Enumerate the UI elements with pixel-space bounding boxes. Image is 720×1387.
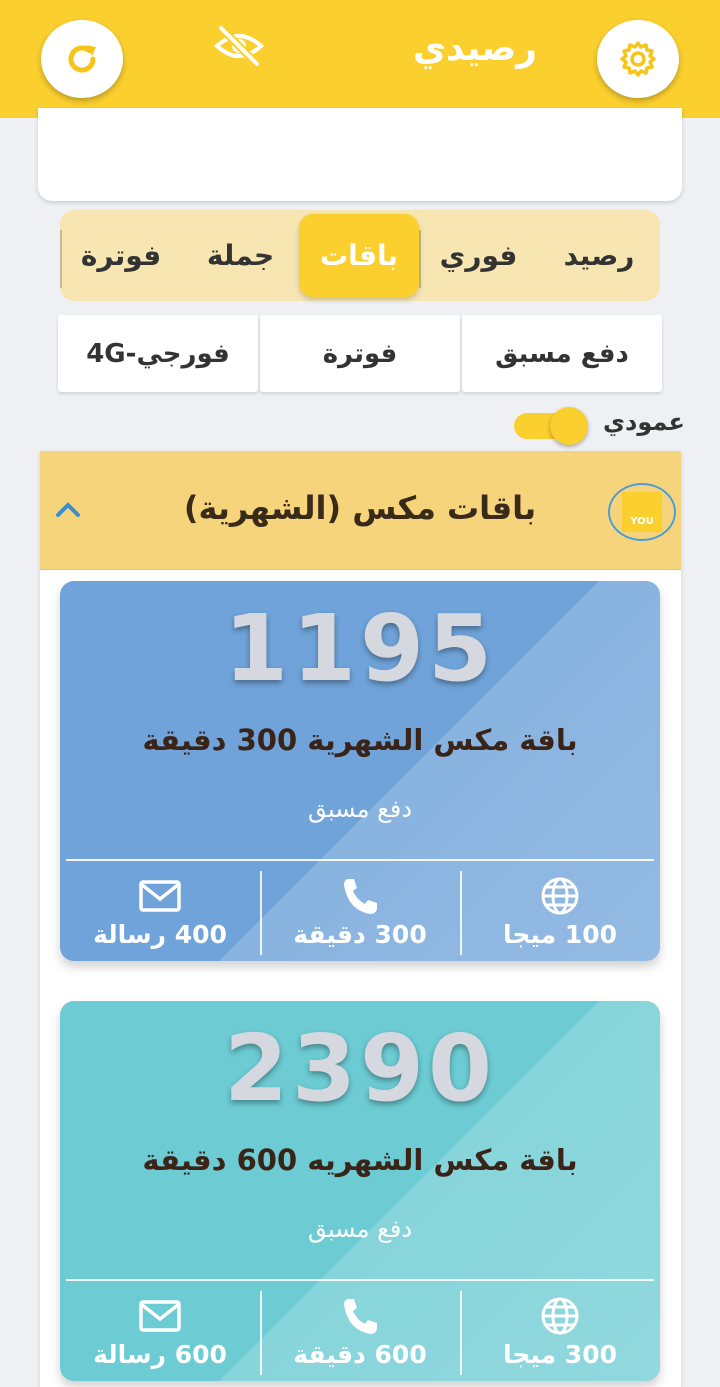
package-name: باقة مكس الشهرية 300 دقيقة bbox=[142, 723, 578, 757]
feature-sms: 600 رسالة bbox=[60, 1283, 260, 1381]
toggle-knob bbox=[550, 407, 588, 445]
top-bar: رصيدي bbox=[0, 0, 720, 118]
package-group: باقات مكس (الشهرية) YOU 1195 باقة مكس ال… bbox=[40, 451, 681, 1387]
feature-data: 100 ميجا bbox=[460, 863, 660, 961]
package-features: 300 ميجا 600 دقيقة 600 رسالة bbox=[60, 1283, 660, 1381]
sub-tabs: دفع مسبق فوترة 4G-فورجي bbox=[58, 315, 662, 392]
tab-packages[interactable]: باقات bbox=[299, 214, 419, 297]
envelope-icon bbox=[139, 1299, 181, 1332]
package-price: 2390 bbox=[223, 1015, 497, 1122]
package-name: باقة مكس الشهريه 600 دقيقة bbox=[142, 1143, 578, 1177]
chevron-up-icon[interactable] bbox=[55, 500, 81, 518]
feature-data: 300 ميجا bbox=[460, 1283, 660, 1381]
feature-sms: 400 رسالة bbox=[60, 863, 260, 961]
subtab-prepaid[interactable]: دفع مسبق bbox=[462, 315, 662, 392]
gear-icon bbox=[620, 41, 656, 77]
phone-icon bbox=[344, 1298, 377, 1334]
settings-button[interactable] bbox=[597, 20, 679, 98]
package-type: دفع مسبق bbox=[307, 1215, 413, 1243]
tab-bulk[interactable]: جملة bbox=[182, 214, 299, 297]
subtab-postpaid[interactable]: فوترة bbox=[260, 315, 460, 392]
package-price: 1195 bbox=[223, 595, 497, 702]
main-tabs: رصيد فوري باقات جملة فوترة bbox=[60, 210, 660, 301]
package-card[interactable]: 1195 باقة مكس الشهرية 300 دقيقة دفع مسبق… bbox=[60, 581, 660, 961]
globe-icon bbox=[541, 877, 579, 914]
package-type: دفع مسبق bbox=[307, 795, 413, 823]
tab-billing[interactable]: فوترة bbox=[60, 214, 182, 297]
envelope-icon bbox=[139, 879, 181, 912]
package-card[interactable]: 2390 باقة مكس الشهريه 600 دقيقة دفع مسبق… bbox=[60, 1001, 660, 1381]
subtab-4g[interactable]: 4G-فورجي bbox=[58, 315, 258, 392]
group-header[interactable]: باقات مكس (الشهرية) YOU bbox=[40, 451, 681, 570]
operator-logo: YOU bbox=[608, 483, 676, 541]
refresh-button[interactable] bbox=[41, 20, 123, 98]
vertical-toggle[interactable] bbox=[514, 407, 588, 445]
globe-icon bbox=[541, 1297, 579, 1334]
package-features: 100 ميجا 300 دقيقة 400 رسالة bbox=[60, 863, 660, 961]
feature-minutes: 600 دقيقة bbox=[260, 1283, 460, 1381]
tab-balance[interactable]: رصيد bbox=[538, 214, 660, 297]
eye-off-icon[interactable] bbox=[213, 24, 265, 68]
toggle-label: عمودي bbox=[603, 408, 685, 436]
balance-card bbox=[38, 108, 682, 201]
refresh-icon bbox=[68, 45, 96, 73]
group-title: باقات مكس (الشهرية) bbox=[183, 489, 537, 527]
tab-instant[interactable]: فوري bbox=[419, 214, 538, 297]
phone-icon bbox=[344, 878, 377, 914]
feature-minutes: 300 دقيقة bbox=[260, 863, 460, 961]
app-title: رصيدي bbox=[413, 28, 537, 69]
